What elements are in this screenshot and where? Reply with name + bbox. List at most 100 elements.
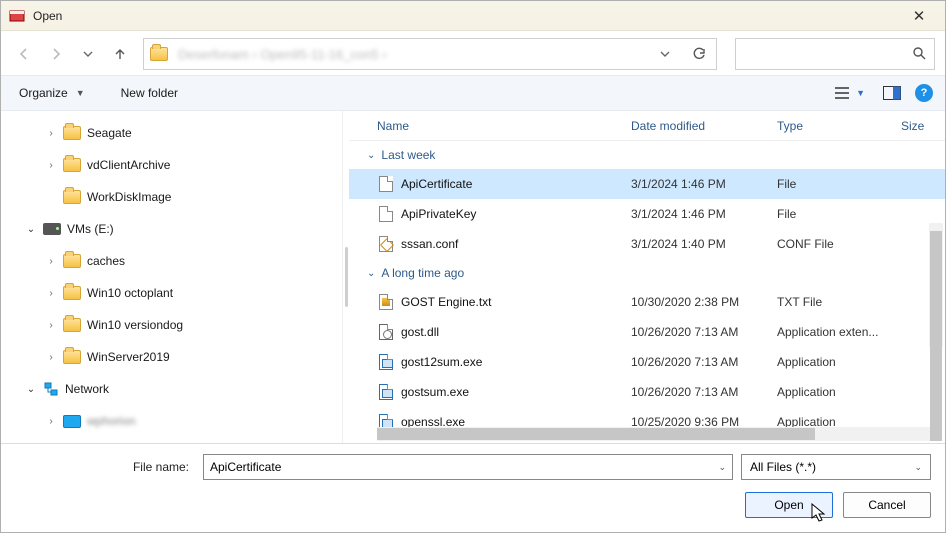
file-name: ApiPrivateKey [401,207,631,221]
network-icon [43,381,59,397]
address-bar[interactable]: Deserfonam › Open95-11-16_con5 › [143,38,717,70]
tree-item-label: Win10 versiondog [87,318,183,332]
up-button[interactable] [107,41,133,67]
file-icon [377,354,395,370]
tree-item[interactable]: › WinServer2019 [5,341,342,373]
file-name: gostsum.exe [401,385,631,399]
nav-tree[interactable]: › Seagate ›vdClientArchiveWorkDiskImage ⌄ VM… [1,111,343,443]
file-date: 10/25/2020 9:36 PM [631,415,777,427]
cancel-button[interactable]: Cancel [843,492,931,518]
folder-icon [63,190,81,204]
col-name[interactable]: Name [377,119,631,133]
col-date[interactable]: Date modified [631,119,777,133]
new-folder-label: New folder [121,86,178,100]
chevron-down-icon: ⌄ [367,268,375,279]
vertical-scrollbar[interactable] [929,223,943,347]
file-date: 10/30/2020 2:38 PM [631,295,777,309]
group-header[interactable]: ⌄Last week [349,141,945,169]
tree-item-label: Network [65,382,109,396]
tree-item-label: VMs (E:) [67,222,114,236]
file-row[interactable]: gost12sum.exe10/26/2020 7:13 AMApplicati… [349,347,945,377]
caret-down-icon: ⌄ [914,462,922,473]
new-folder-button[interactable]: New folder [115,82,184,104]
organize-label: Organize [19,86,68,100]
col-type[interactable]: Type [777,119,901,133]
folder-icon [63,318,81,332]
file-row[interactable]: gostsum.exe10/26/2020 7:13 AMApplication [349,377,945,407]
chevron-icon[interactable]: › [45,256,57,267]
chevron-icon[interactable]: › [45,416,57,427]
help-button[interactable]: ? [915,84,933,102]
column-headers[interactable]: Name Date modified Type Size [349,111,945,141]
body: › Seagate ›vdClientArchiveWorkDiskImage ⌄ VM… [1,111,945,443]
tree-item-label: WinServer2019 [87,350,170,364]
folder-icon [63,126,81,140]
file-name: openssl.exe [401,415,631,427]
app-icon [9,8,25,24]
file-row[interactable]: ApiPrivateKey3/1/2024 1:46 PMFile [349,199,945,229]
col-size[interactable]: Size [901,119,945,133]
chevron-icon[interactable]: › [45,320,57,331]
recent-dropdown[interactable] [75,41,101,67]
tree-item-label: Seagate [87,126,132,140]
file-list[interactable]: ⌄Last weekApiCertificate3/1/2024 1:46 PM… [349,141,945,427]
open-button[interactable]: Open [745,492,833,518]
refresh-button[interactable] [682,39,716,69]
back-button[interactable] [11,41,37,67]
search-box[interactable] [735,38,935,70]
preview-pane-button[interactable] [879,83,905,103]
file-row[interactable]: ApiCertificate3/1/2024 1:46 PMFile [349,169,945,199]
chevron-icon[interactable]: ⌄ [25,384,37,395]
filename-value: ApiCertificate [210,460,281,474]
chevron-icon[interactable]: › [45,288,57,299]
forward-button[interactable] [43,41,69,67]
file-pane: Name Date modified Type Size ⌄Last weekA… [349,111,945,443]
filename-input[interactable]: ApiCertificate ⌄ [203,454,733,480]
chevron-icon[interactable]: › [45,128,57,139]
caret-down-icon: ▼ [856,88,865,98]
file-type: TXT File [777,295,901,309]
file-name: gost12sum.exe [401,355,631,369]
splitter[interactable] [343,111,349,443]
close-button[interactable]: ✕ [899,3,939,29]
tree-item[interactable]: ⌄ Network [5,373,342,405]
file-row[interactable]: sssan.conf3/1/2024 1:40 PMCONF File [349,229,945,259]
horizontal-scrollbar[interactable] [377,427,939,441]
tree-item-label: caches [87,254,125,268]
file-row[interactable]: gost.dll10/26/2020 7:13 AMApplication ex… [349,317,945,347]
view-mode-button[interactable]: ▼ [830,83,869,103]
tree-item-label: wphorion [87,414,136,428]
tree-item[interactable]: › caches [5,245,342,277]
address-dropdown[interactable] [648,39,682,69]
tree-item[interactable]: › Win10 versiondog [5,309,342,341]
tree-item[interactable]: HT-DRAEHS [5,437,342,443]
tree-item-label: Win10 octoplant [87,286,173,300]
chevron-icon[interactable]: › [45,160,57,171]
folder-icon [63,350,81,364]
titlebar: Open ✕ [1,1,945,31]
tree-item[interactable]: › wphorion [5,405,342,437]
tree-item[interactable]: › Seagate [5,117,342,149]
file-icon [377,176,395,192]
file-row[interactable]: GOST Engine.txt10/30/2020 2:38 PMTXT Fil… [349,287,945,317]
caret-down-icon[interactable]: ⌄ [718,462,726,473]
file-name: ApiCertificate [401,177,631,191]
nav-row: Deserfonam › Open95-11-16_con5 › [1,31,945,75]
chevron-icon[interactable]: › [45,352,57,363]
tree-item[interactable]: ⌄ VMs (E:) [5,213,342,245]
folder-icon [63,254,81,268]
tree-item[interactable]: ›vdClientArchive [5,149,342,181]
folder-icon [63,158,81,172]
chevron-icon[interactable]: ⌄ [25,224,37,235]
group-header[interactable]: ⌄A long time ago [349,259,945,287]
file-name: sssan.conf [401,237,631,251]
tree-item[interactable]: WorkDiskImage [5,181,342,213]
file-row[interactable]: openssl.exe10/25/2020 9:36 PMApplication… [349,407,945,427]
organize-button[interactable]: Organize ▼ [13,82,91,104]
filename-label: File name: [15,460,195,474]
file-date: 3/1/2024 1:46 PM [631,207,777,221]
toolbar: Organize ▼ New folder ▼ ? [1,75,945,111]
filetype-filter[interactable]: All Files (*.*) ⌄ [741,454,931,480]
chevron-down-icon: ⌄ [367,150,375,161]
tree-item[interactable]: › Win10 octoplant [5,277,342,309]
